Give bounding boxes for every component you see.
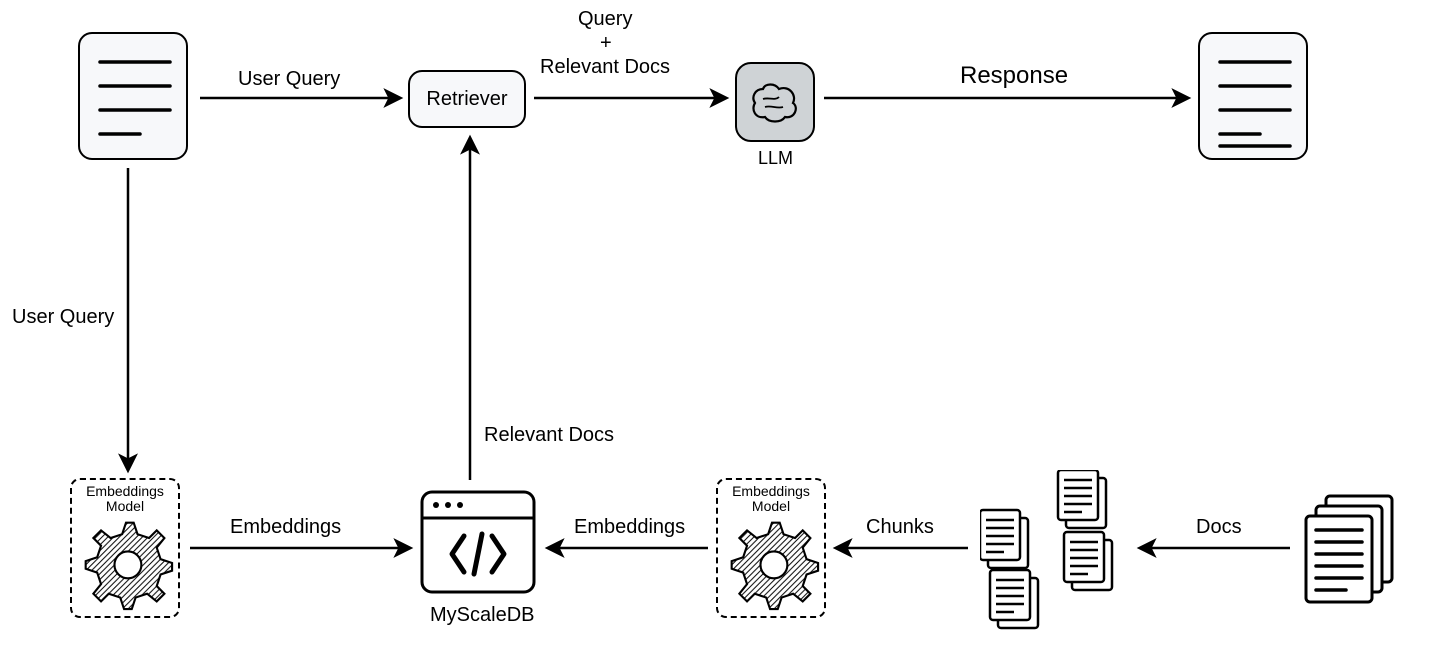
- embeddings-left-title: Embeddings Model: [78, 484, 172, 515]
- edge-relevant-docs: Relevant Docs: [484, 424, 614, 447]
- docs-node: [1300, 490, 1410, 610]
- edge-response: Response: [960, 62, 1068, 90]
- llm-node: [735, 62, 815, 142]
- response-document-node: [1198, 32, 1308, 160]
- edge-query-plus: +: [600, 32, 612, 55]
- edge-chunks: Chunks: [866, 516, 934, 539]
- retriever-label: Retriever: [426, 88, 507, 111]
- myscaledb-caption: MyScaleDB: [430, 604, 534, 627]
- rag-architecture-diagram: Retriever LLM Embeddings Model: [0, 0, 1440, 652]
- edge-user-query-top: User Query: [238, 68, 340, 91]
- query-document-node: [78, 32, 188, 160]
- embeddings-right-title: Embeddings Model: [724, 484, 818, 515]
- edge-docs: Docs: [1196, 516, 1242, 539]
- edge-embeddings-left: Embeddings: [230, 516, 341, 539]
- llm-caption: LLM: [758, 148, 793, 169]
- embeddings-model-right: Embeddings Model: [716, 478, 826, 618]
- brain-icon: [745, 77, 805, 127]
- chunks-node: [980, 470, 1120, 630]
- gear-icon: [724, 515, 820, 611]
- edge-embeddings-right: Embeddings: [574, 516, 685, 539]
- edge-query-l2: Relevant Docs: [540, 56, 670, 79]
- gear-icon: [78, 515, 174, 611]
- myscaledb-node: [418, 488, 538, 596]
- retriever-node: Retriever: [408, 70, 526, 128]
- embeddings-model-left: Embeddings Model: [70, 478, 180, 618]
- edge-query-l1: Query: [578, 8, 632, 31]
- edge-user-query-left: User Query: [12, 306, 114, 329]
